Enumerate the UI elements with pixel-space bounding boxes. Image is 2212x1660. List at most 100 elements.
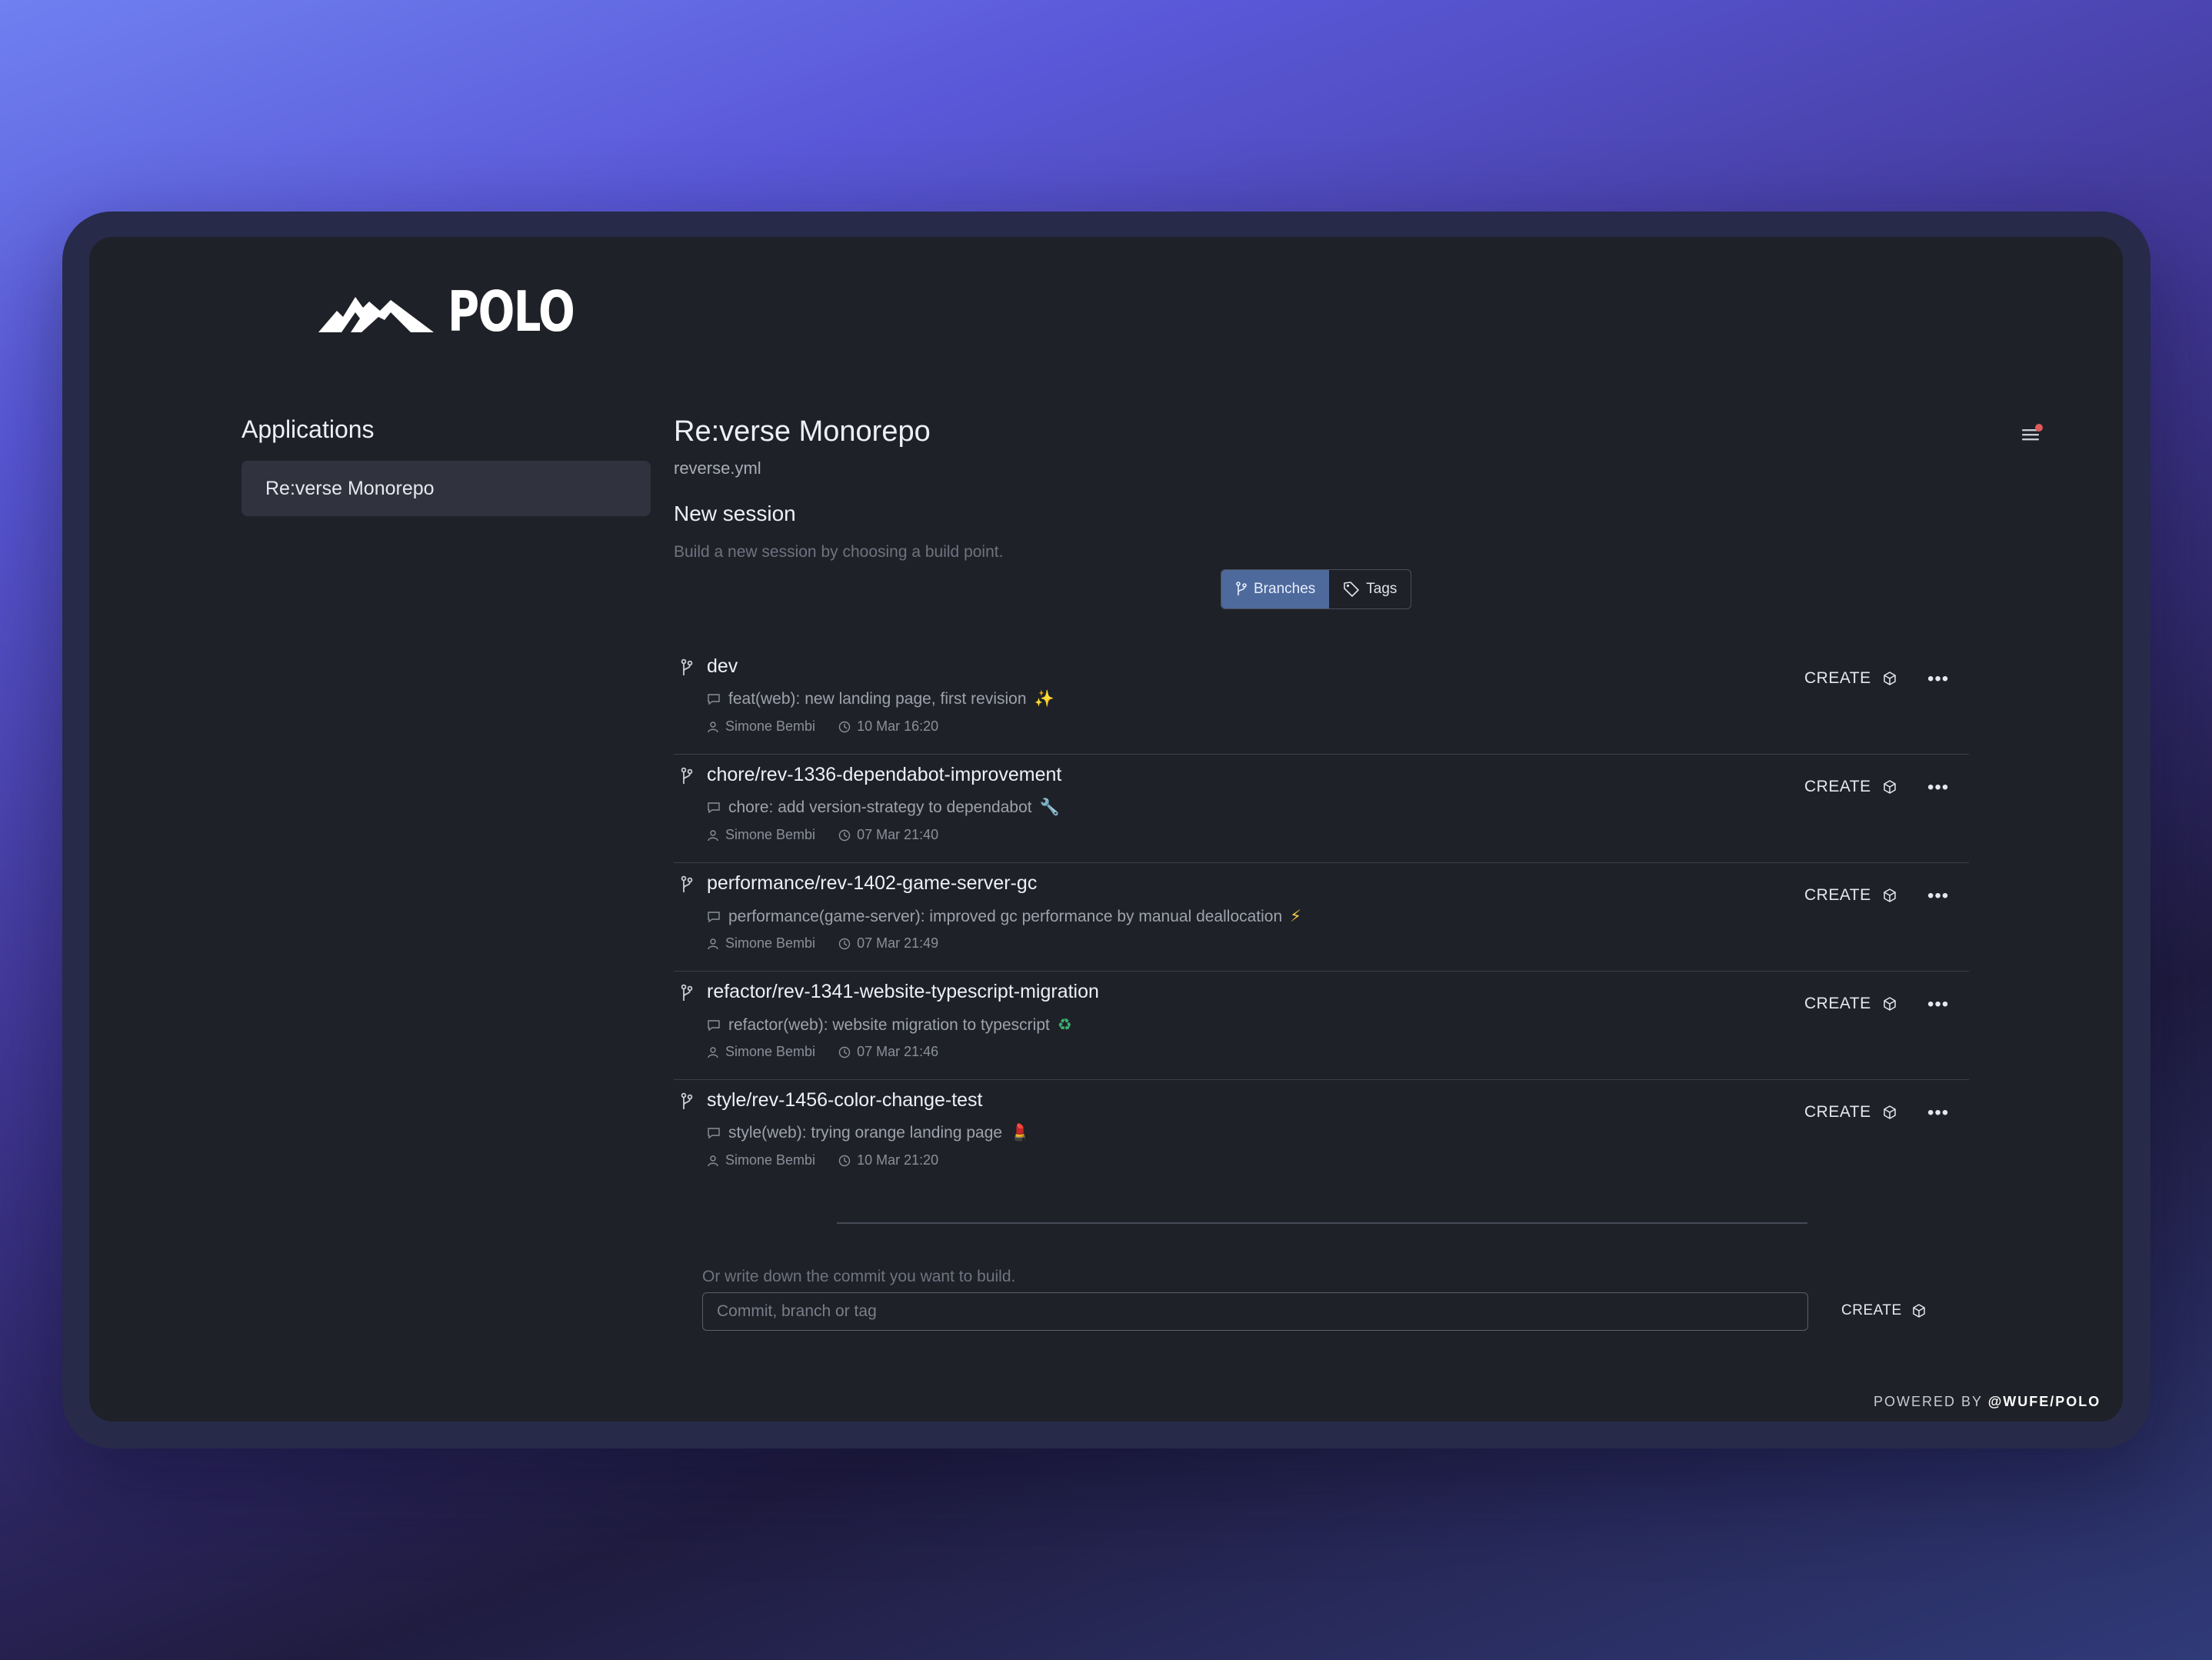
sidebar: Applications Re:verse Monorepo (242, 415, 651, 516)
commit-message-text: style(web): trying orange landing page (728, 1124, 1003, 1142)
comment-icon (708, 1019, 720, 1031)
commit-author: Simone Bembi (725, 1152, 816, 1168)
branch-name: performance/rev-1402-game-server-gc (707, 872, 1038, 894)
branch-row: style/rev-1456-color-change-test style(w… (674, 1080, 1969, 1188)
create-label: CREATE (1804, 995, 1871, 1012)
cube-icon (1883, 672, 1896, 685)
create-session-button[interactable]: CREATE (1804, 778, 1897, 796)
sidebar-title: Applications (242, 415, 375, 443)
more-options-button[interactable]: ••• (1927, 778, 1949, 797)
logo[interactable]: POLO (318, 279, 610, 344)
branch-row: chore/rev-1336-dependabot-improvement ch… (674, 755, 1969, 863)
commit-time: 10 Mar 21:20 (857, 1152, 939, 1168)
tag-icon (1344, 582, 1360, 597)
comment-icon (708, 1128, 720, 1139)
branch-name: style/rev-1456-color-change-test (707, 1089, 983, 1111)
branch-list: dev feat(web): new landing page, first r… (674, 646, 1969, 1188)
branch-name: chore/rev-1336-dependabot-improvement (707, 764, 1062, 785)
clock-icon (838, 1046, 851, 1058)
clock-icon (838, 829, 851, 841)
commit-emoji: ♻ (1057, 1016, 1072, 1034)
more-options-button[interactable]: ••• (1927, 670, 1949, 688)
commit-meta: Simone Bembi 10 Mar 16:20 (707, 718, 961, 735)
create-label: CREATE (1804, 778, 1871, 795)
commit-time: 07 Mar 21:49 (857, 935, 939, 951)
commit-meta: Simone Bembi 07 Mar 21:46 (707, 1044, 961, 1060)
clock-icon (838, 938, 851, 949)
mountain-logo-icon (318, 297, 434, 332)
brand-name: POLO (448, 279, 575, 344)
commit-meta: Simone Bembi 10 Mar 21:20 (707, 1152, 961, 1168)
create-label: CREATE (1804, 669, 1871, 687)
commit-emoji: ⚡ (1290, 908, 1301, 925)
commit-emoji: 🔧 (1039, 798, 1060, 816)
clock-icon (838, 721, 851, 732)
powered-by-prefix: POWERED BY (1874, 1394, 1983, 1409)
cube-icon (1912, 1304, 1925, 1318)
more-options-button[interactable]: ••• (1927, 1104, 1949, 1122)
create-session-button[interactable]: CREATE (1804, 886, 1897, 905)
commit-author: Simone Bembi (725, 718, 816, 734)
more-options-button[interactable]: ••• (1927, 887, 1949, 905)
user-icon (708, 938, 718, 949)
commit-emoji: 💄 (1010, 1124, 1031, 1142)
build-point-toggle: Branches Tags (1221, 569, 1412, 609)
user-icon (708, 721, 718, 732)
cube-icon (1883, 1105, 1896, 1119)
create-session-button[interactable]: CREATE (1804, 1103, 1897, 1122)
commit-message: feat(web): new landing page, first revis… (707, 690, 1054, 708)
branch-row: refactor/rev-1341-website-typescript-mig… (674, 972, 1969, 1080)
create-session-button[interactable]: CREATE (1804, 995, 1897, 1013)
commit-emoji: ✨ (1034, 690, 1054, 708)
create-label: CREATE (1841, 1302, 1902, 1318)
branch-name: refactor/rev-1341-website-typescript-mig… (707, 981, 1099, 1002)
sidebar-item-reverse-monorepo[interactable]: Re:verse Monorepo (242, 461, 651, 516)
commit-time: 07 Mar 21:46 (857, 1044, 939, 1059)
create-session-button[interactable]: CREATE (1804, 669, 1897, 688)
commit-message-text: refactor(web): website migration to type… (728, 1015, 1050, 1034)
create-label: CREATE (1804, 886, 1871, 904)
powered-by: POWERED BY @WUFE/POLO (1874, 1394, 2100, 1410)
commit-meta: Simone Bembi 07 Mar 21:40 (707, 827, 961, 843)
sidebar-item-label: Re:verse Monorepo (265, 478, 435, 499)
config-file-name: reverse.yml (674, 458, 761, 478)
more-icon: ••• (1927, 1102, 1950, 1123)
section-description: Build a new session by choosing a build … (674, 543, 1004, 561)
branch-row: performance/rev-1402-game-server-gc perf… (674, 863, 1969, 972)
tab-tags[interactable]: Tags (1329, 570, 1411, 608)
powered-by-handle[interactable]: @WUFE/POLO (1988, 1394, 2101, 1409)
commit-message: style(web): trying orange landing page 💄 (707, 1124, 1030, 1142)
create-from-commit-button[interactable]: CREATE (1841, 1302, 1927, 1319)
commit-input[interactable] (702, 1292, 1808, 1331)
comment-icon (708, 694, 720, 705)
branch-icon (681, 767, 693, 784)
user-icon (708, 1046, 718, 1058)
more-options-button[interactable]: ••• (1927, 995, 1949, 1014)
notifications-menu-button[interactable] (2020, 423, 2043, 446)
tab-tags-label: Tags (1366, 581, 1397, 597)
commit-time: 07 Mar 21:40 (857, 827, 939, 842)
commit-author: Simone Bembi (725, 1044, 816, 1059)
commit-meta: Simone Bembi 07 Mar 21:49 (707, 935, 961, 952)
branch-icon (681, 1092, 693, 1109)
commit-input-label: Or write down the commit you want to bui… (702, 1268, 1016, 1285)
commit-author: Simone Bembi (725, 935, 816, 951)
user-icon (708, 1155, 718, 1166)
comment-icon (708, 911, 720, 922)
divider (837, 1222, 1807, 1224)
branch-row: dev feat(web): new landing page, first r… (674, 646, 1969, 755)
app-window: POLO Applications Re:verse Monorepo Re:v… (89, 237, 2123, 1422)
cube-icon (1883, 780, 1896, 794)
branch-icon (681, 658, 693, 675)
more-icon: ••• (1927, 668, 1950, 689)
clock-icon (838, 1155, 851, 1166)
notification-dot-icon (2035, 424, 2043, 432)
main-content: Re:verse Monorepo reverse.yml New sessio… (674, 415, 2043, 1415)
create-label: CREATE (1804, 1103, 1871, 1121)
comment-icon (708, 802, 720, 814)
commit-message: chore: add version-strategy to dependabo… (707, 798, 1060, 817)
tab-branches[interactable]: Branches (1221, 570, 1330, 608)
tab-branches-label: Branches (1254, 581, 1316, 597)
commit-message: refactor(web): website migration to type… (707, 1015, 1072, 1035)
cube-icon (1883, 997, 1896, 1011)
